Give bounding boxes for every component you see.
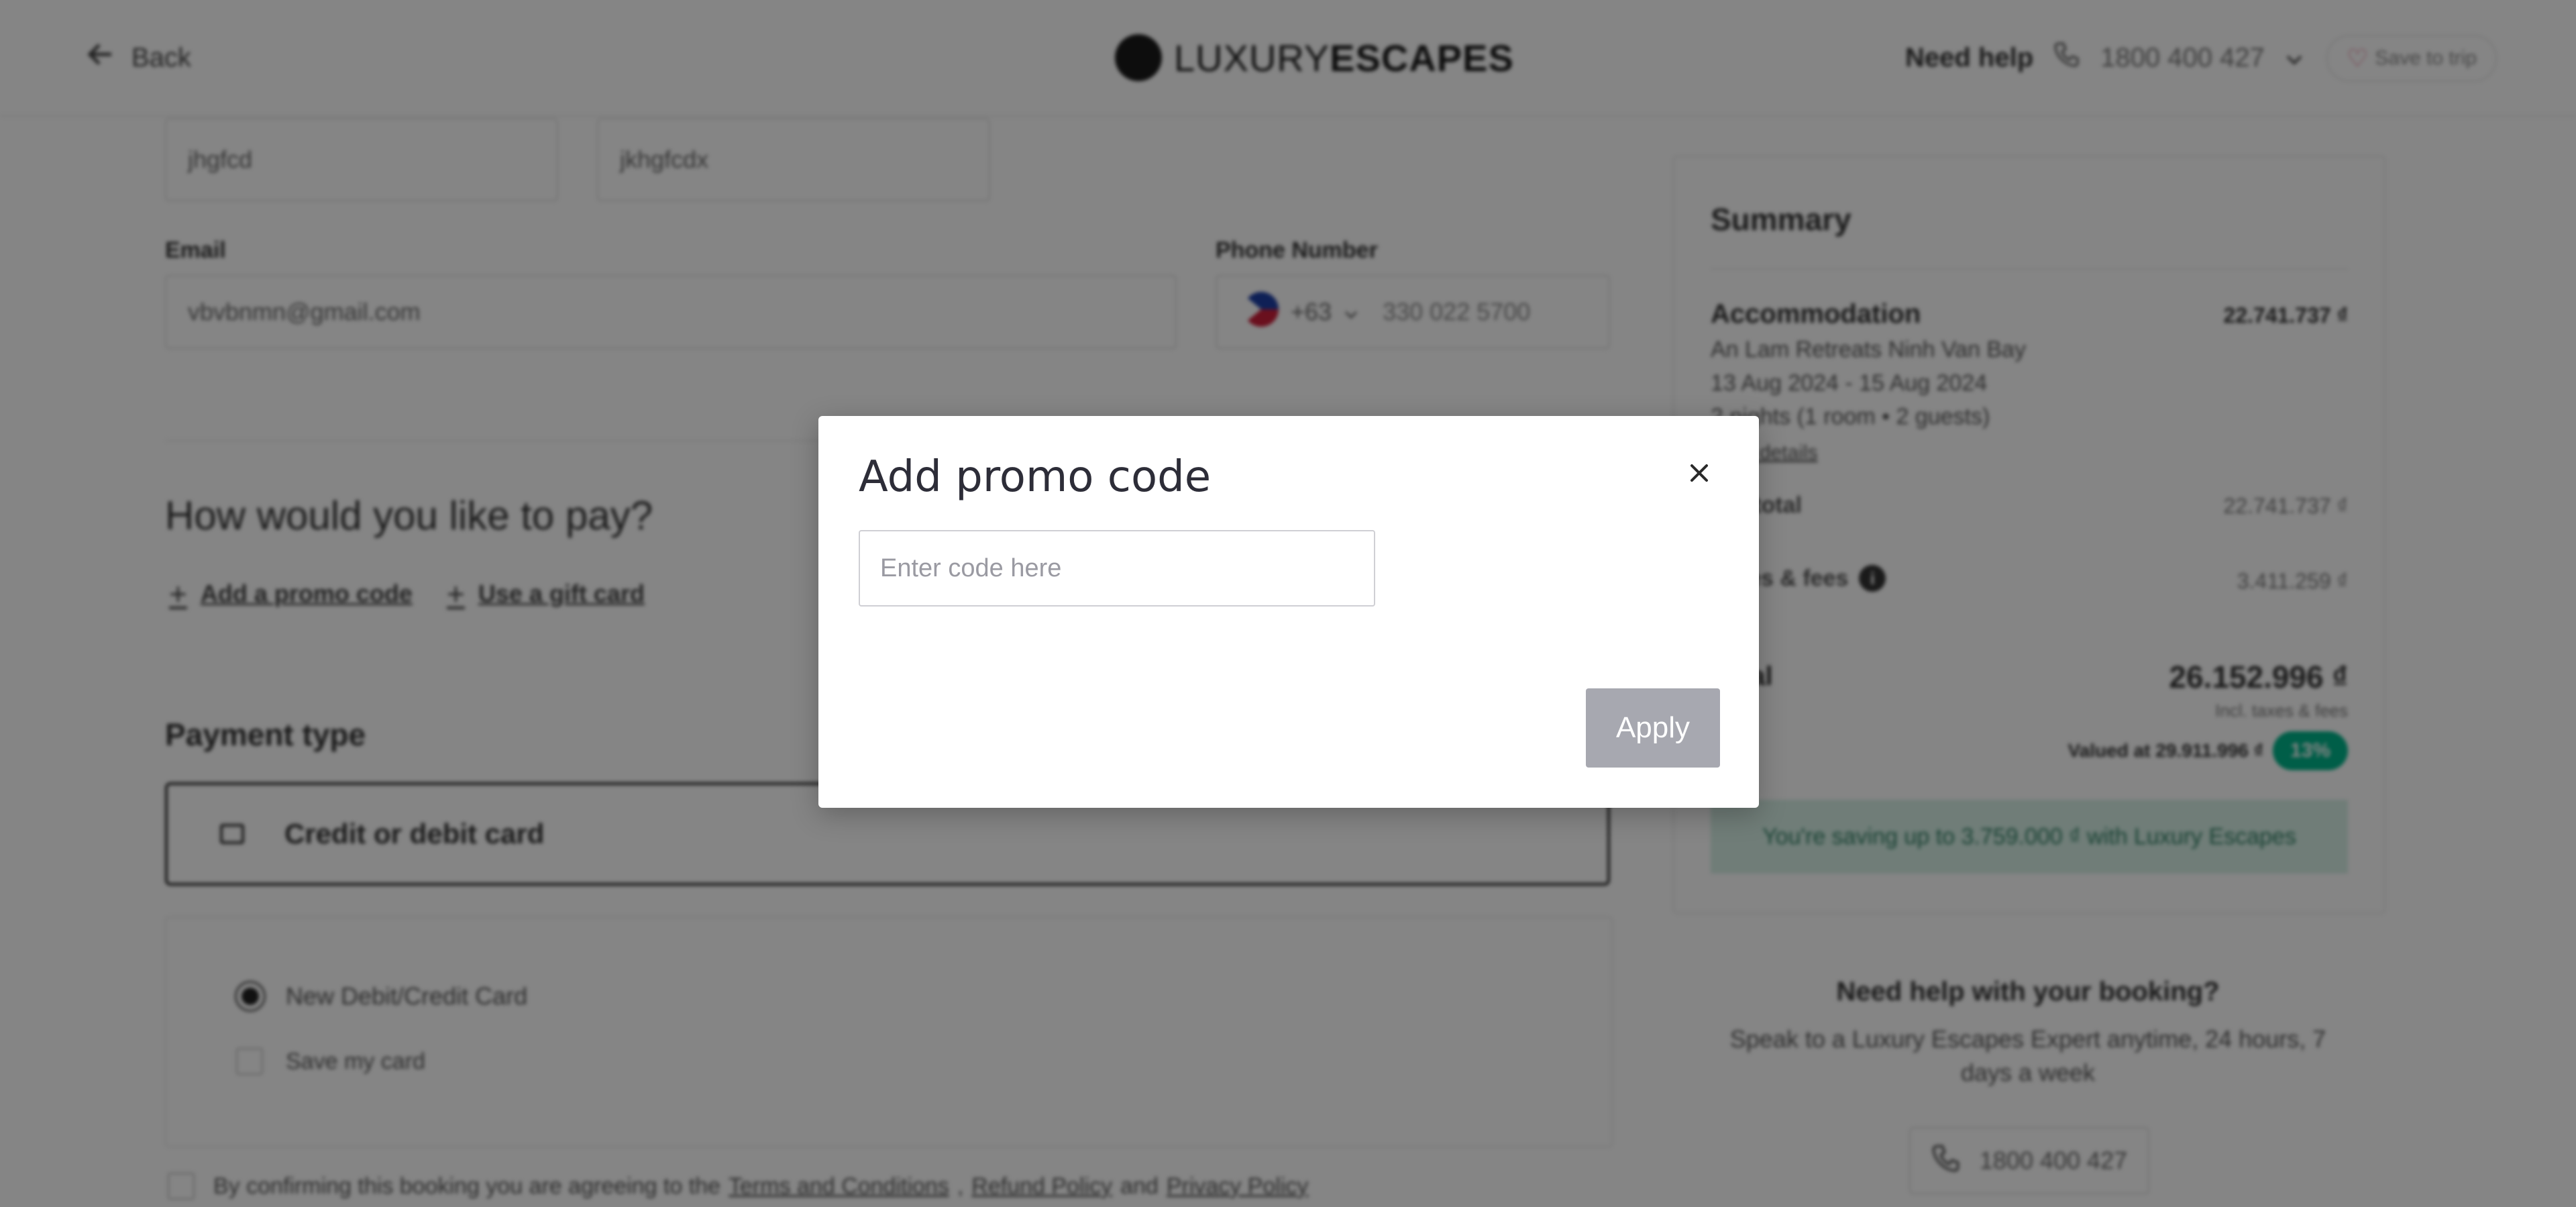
apply-button[interactable]: Apply [1586,688,1720,768]
modal-title: Add promo code [859,452,1212,502]
promo-code-modal: Add promo code Apply [818,416,1759,808]
promo-code-input[interactable] [859,530,1375,607]
close-icon[interactable] [1682,456,1716,490]
